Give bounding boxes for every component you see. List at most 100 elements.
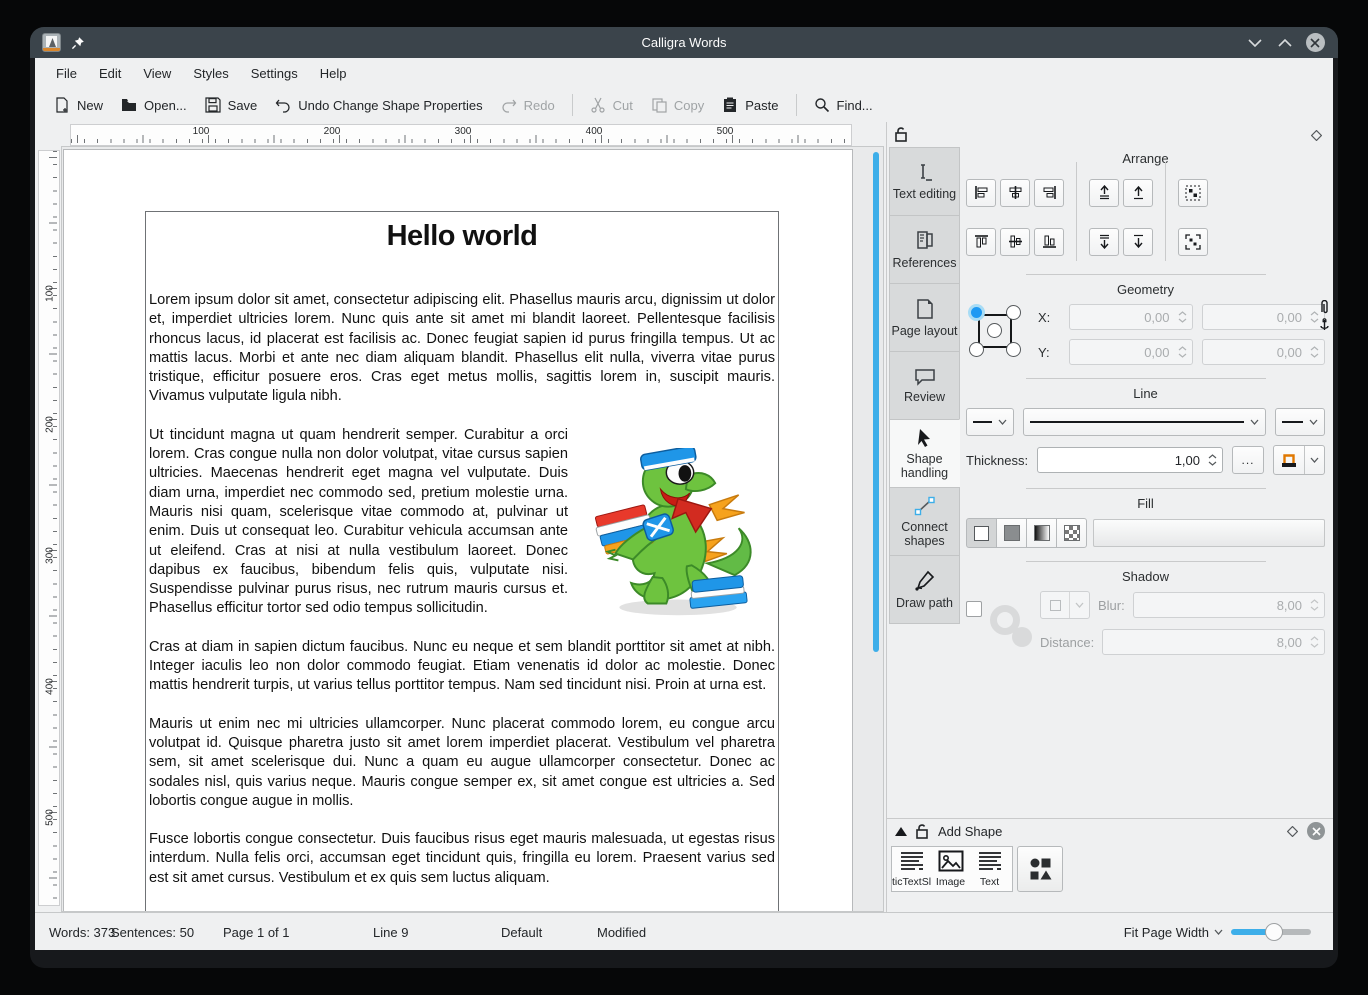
document-canvas[interactable]: Hello world Lorem ipsum dolor sit amet, … <box>61 146 884 912</box>
toolbar-separator <box>796 94 797 116</box>
fill-solid-icon <box>1004 525 1020 541</box>
zoom-slider-handle[interactable] <box>1265 923 1283 941</box>
zoom-slider[interactable] <box>1231 922 1311 942</box>
fill-pattern-icon <box>1064 525 1080 541</box>
line-end-marker-combo[interactable] <box>1275 408 1325 436</box>
new-button[interactable]: New <box>45 93 112 117</box>
menu-settings[interactable]: Settings <box>240 62 309 85</box>
anchor-icon <box>1319 318 1330 332</box>
anchor-bottom-left[interactable] <box>969 342 984 357</box>
menu-file[interactable]: File <box>45 62 88 85</box>
align-hcenter-icon <box>1008 185 1023 200</box>
text-shape-icon <box>899 850 925 874</box>
text-shape-item[interactable]: Text <box>970 847 1009 891</box>
modified-indicator: Modified <box>597 925 646 940</box>
send-to-back-button[interactable] <box>1089 228 1119 256</box>
align-top-icon <box>974 234 989 249</box>
vertical-scrollbar[interactable] <box>873 152 879 652</box>
fill-gradient-button[interactable] <box>1026 518 1057 548</box>
close-docker-button[interactable] <box>1307 822 1325 840</box>
align-hcenter-button[interactable] <box>1000 179 1030 207</box>
fill-solid-button[interactable] <box>996 518 1027 548</box>
find-button[interactable]: Find... <box>805 93 882 117</box>
menu-edit[interactable]: Edit <box>88 62 132 85</box>
bring-to-front-button[interactable] <box>1089 179 1119 207</box>
horizontal-ruler: 100 200 300 400 500 <box>70 124 852 146</box>
tab-review[interactable]: Review <box>889 351 960 420</box>
chevron-down-icon <box>1214 929 1223 935</box>
docker-lock-icon[interactable] <box>895 127 908 142</box>
bring-to-front-icon <box>1097 185 1112 200</box>
tab-page-layout[interactable]: Page layout <box>889 283 960 352</box>
line-more-options-button[interactable]: ... <box>1232 446 1264 474</box>
save-button[interactable]: Save <box>196 93 267 117</box>
line-cap-style-button[interactable] <box>1273 445 1325 475</box>
line-indicator: Line 9 <box>373 925 408 940</box>
raise-button[interactable] <box>1123 179 1153 207</box>
anchor-bottom-right[interactable] <box>1006 342 1021 357</box>
group-button[interactable] <box>1178 179 1208 207</box>
image-shape-item[interactable]: Image <box>931 847 970 891</box>
lower-shape-icon <box>1131 234 1146 249</box>
undo-button[interactable]: Undo Change Shape Properties <box>266 93 491 117</box>
anchor-top-right[interactable] <box>1006 305 1021 320</box>
anchor-position-selector[interactable] <box>972 308 1018 354</box>
paste-button[interactable]: Paste <box>713 93 787 117</box>
vertical-ruler: 100 200 300 400 500 <box>38 150 60 906</box>
page-indicator: Page 1 of 1 <box>223 925 290 940</box>
tab-shape-handling[interactable]: Shape handling <box>889 419 960 488</box>
align-right-button[interactable] <box>1034 179 1064 207</box>
menu-help[interactable]: Help <box>309 62 358 85</box>
docker-lock-icon[interactable] <box>916 824 929 839</box>
konqi-image[interactable] <box>578 426 775 634</box>
copy-icon <box>651 97 667 113</box>
docker-float-icon[interactable] <box>1311 130 1322 141</box>
draw-path-pen-icon <box>914 570 936 592</box>
section-divider <box>1026 378 1266 379</box>
zoom-mode-dropdown[interactable]: Fit Page Width <box>1124 925 1223 940</box>
align-vcenter-button[interactable] <box>1000 228 1030 256</box>
shape-collections-button[interactable] <box>1017 846 1063 892</box>
line-start-marker-combo[interactable] <box>966 408 1014 436</box>
open-button[interactable]: Open... <box>112 93 196 117</box>
titlebar: Calligra Words <box>30 27 1338 58</box>
arrange-separator <box>1165 162 1166 212</box>
minimize-button[interactable] <box>1244 32 1266 54</box>
collapse-docker-button[interactable] <box>895 827 907 836</box>
image-icon <box>938 850 964 874</box>
ungroup-button[interactable] <box>1178 228 1208 256</box>
shadow-enable-checkbox[interactable] <box>966 601 982 617</box>
docker-float-icon[interactable] <box>1287 826 1298 837</box>
fill-pattern-button[interactable] <box>1056 518 1087 548</box>
line-style-combo[interactable] <box>1023 408 1266 436</box>
lower-button[interactable] <box>1123 228 1153 256</box>
fill-preview-bar <box>1093 519 1325 547</box>
fill-none-button[interactable] <box>966 518 997 548</box>
y-label: Y: <box>1038 345 1060 360</box>
chevron-down-icon <box>1309 419 1318 425</box>
tab-references[interactable]: References <box>889 215 960 284</box>
align-bottom-button[interactable] <box>1034 228 1064 256</box>
open-folder-icon <box>121 97 137 113</box>
maximize-button[interactable] <box>1274 32 1296 54</box>
close-button[interactable] <box>1304 32 1326 54</box>
tab-connect-shapes[interactable]: Connect shapes <box>889 487 960 556</box>
app-icon[interactable] <box>42 33 61 52</box>
text-frame[interactable]: Hello world Lorem ipsum dolor sit amet, … <box>145 211 779 912</box>
tool-tabs: Text editing References Page layout Revi… <box>889 148 960 624</box>
menu-view[interactable]: View <box>132 62 182 85</box>
thickness-spinbox[interactable]: 1,00 <box>1037 447 1223 473</box>
anchor-top-left[interactable] <box>968 304 985 321</box>
redo-icon <box>501 97 517 113</box>
anchor-center[interactable] <box>987 323 1002 338</box>
references-icon <box>914 230 936 252</box>
document-page[interactable]: Hello world Lorem ipsum dolor sit amet, … <box>63 149 853 912</box>
pin-icon[interactable] <box>71 36 85 50</box>
tab-draw-path[interactable]: Draw path <box>889 555 960 624</box>
tab-text-editing[interactable]: Text editing <box>889 147 960 216</box>
align-top-button[interactable] <box>966 228 996 256</box>
align-left-button[interactable] <box>966 179 996 207</box>
line-marker-preview <box>973 421 992 423</box>
menu-styles[interactable]: Styles <box>182 62 239 85</box>
static-text-shape-item[interactable]: ticTextSl <box>892 847 931 891</box>
